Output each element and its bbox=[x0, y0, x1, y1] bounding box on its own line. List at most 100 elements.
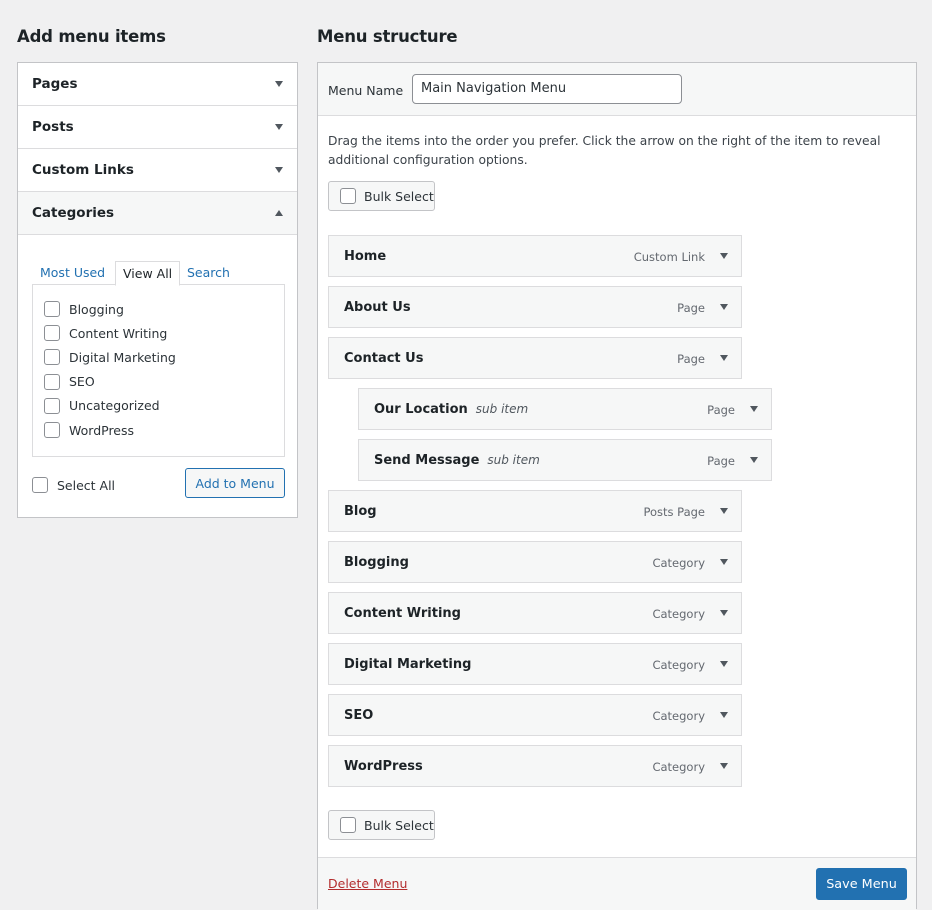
checkbox[interactable] bbox=[44, 349, 60, 366]
add-to-menu-button[interactable]: Add to Menu bbox=[185, 468, 285, 498]
triangle-down-icon[interactable] bbox=[720, 508, 728, 514]
menu-item[interactable]: Home Custom Link bbox=[328, 235, 742, 277]
checkbox[interactable] bbox=[44, 397, 60, 414]
accordion-posts[interactable]: Posts bbox=[18, 106, 297, 149]
menu-item-type: Page bbox=[707, 454, 735, 468]
menu-sub-item[interactable]: Our Location sub item Page bbox=[358, 388, 772, 430]
menu-item-title: Blogging bbox=[344, 554, 409, 570]
triangle-down-icon[interactable] bbox=[720, 661, 728, 667]
accordion-posts-label: Posts bbox=[32, 119, 74, 135]
menu-item-title: WordPress bbox=[344, 758, 423, 774]
accordion-pages[interactable]: Pages bbox=[18, 63, 297, 106]
triangle-down-icon[interactable] bbox=[720, 559, 728, 565]
tab-most-used[interactable]: Most Used bbox=[33, 261, 112, 286]
menu-item-type: Page bbox=[677, 352, 705, 366]
menu-sub-item[interactable]: Send Message sub item Page bbox=[358, 439, 772, 481]
menu-item-title: Our Location bbox=[374, 401, 468, 417]
select-all-label: Select All bbox=[57, 477, 116, 493]
accordion-categories-label: Categories bbox=[32, 205, 115, 221]
menu-footer: Delete Menu Save Menu bbox=[318, 857, 916, 910]
menu-name-input[interactable]: Main Navigation Menu bbox=[412, 74, 682, 104]
category-label: Content Writing bbox=[69, 325, 168, 341]
list-item[interactable]: SEO bbox=[44, 370, 284, 394]
tab-search[interactable]: Search bbox=[180, 261, 237, 286]
list-item[interactable]: Digital Marketing bbox=[44, 345, 284, 369]
bulk-select-label: Bulk Select bbox=[364, 188, 434, 204]
menu-item[interactable]: Contact Us Page bbox=[328, 337, 742, 379]
category-tabs: Most Used View All Search bbox=[32, 261, 284, 286]
menu-item[interactable]: Blogging Category bbox=[328, 541, 742, 583]
menu-item-title: Home bbox=[344, 248, 387, 264]
list-item[interactable]: Blogging bbox=[44, 297, 284, 321]
category-label: Uncategorized bbox=[69, 398, 160, 414]
save-menu-button[interactable]: Save Menu bbox=[816, 868, 907, 900]
triangle-down-icon[interactable] bbox=[720, 304, 728, 310]
category-label: Blogging bbox=[69, 301, 124, 317]
menu-item-type: Category bbox=[652, 760, 705, 774]
checkbox[interactable] bbox=[44, 373, 60, 390]
menu-item-type: Category bbox=[652, 607, 705, 621]
triangle-down-icon[interactable] bbox=[750, 457, 758, 463]
category-checklist: Blogging Content Writing Digital Marketi… bbox=[32, 284, 285, 457]
menu-item-type: Page bbox=[707, 403, 735, 417]
tab-view-all[interactable]: View All bbox=[115, 261, 181, 286]
checkbox[interactable] bbox=[340, 817, 356, 833]
menu-item[interactable]: Blog Posts Page bbox=[328, 490, 742, 532]
triangle-down-icon[interactable] bbox=[720, 253, 728, 259]
menu-item-type: Category bbox=[652, 709, 705, 723]
menu-structure-title: Menu structure bbox=[317, 27, 458, 46]
menu-header: Menu Name Main Navigation Menu bbox=[318, 63, 916, 116]
menu-item-type: Category bbox=[652, 556, 705, 570]
checkbox[interactable] bbox=[340, 188, 356, 204]
list-item[interactable]: Content Writing bbox=[44, 321, 284, 345]
bulk-select-button-bottom[interactable]: Bulk Select bbox=[328, 810, 435, 840]
menu-name-label: Menu Name bbox=[328, 83, 404, 98]
category-label: WordPress bbox=[69, 422, 135, 438]
menu-item-title: SEO bbox=[344, 707, 374, 723]
select-all-checkbox[interactable] bbox=[32, 477, 48, 493]
bulk-select-button[interactable]: Bulk Select bbox=[328, 181, 435, 211]
checkbox[interactable] bbox=[44, 301, 60, 318]
checkbox[interactable] bbox=[44, 422, 60, 439]
menu-item-title: Send Message bbox=[374, 452, 480, 468]
category-label: Digital Marketing bbox=[69, 349, 176, 365]
menu-item[interactable]: Digital Marketing Category bbox=[328, 643, 742, 685]
triangle-up-icon[interactable] bbox=[275, 210, 283, 216]
triangle-down-icon[interactable] bbox=[275, 124, 283, 130]
menu-item-type: Custom Link bbox=[633, 250, 705, 264]
menu-item[interactable]: About Us Page bbox=[328, 286, 742, 328]
triangle-down-icon[interactable] bbox=[275, 81, 283, 87]
menu-structure-panel: Menu Name Main Navigation Menu Drag the … bbox=[317, 62, 917, 910]
add-menu-items-accordion: Pages Posts Custom Links Categories Most… bbox=[17, 62, 298, 518]
checkbox[interactable] bbox=[44, 325, 60, 342]
list-item[interactable]: Uncategorized bbox=[44, 394, 284, 418]
triangle-down-icon[interactable] bbox=[720, 712, 728, 718]
accordion-pages-label: Pages bbox=[32, 76, 78, 92]
menu-item[interactable]: Content Writing Category bbox=[328, 592, 742, 634]
accordion-custom-links-label: Custom Links bbox=[32, 162, 134, 178]
sub-item-label: sub item bbox=[475, 402, 529, 416]
menu-item-title: Contact Us bbox=[344, 350, 424, 366]
menu-item[interactable]: SEO Category bbox=[328, 694, 742, 736]
list-item[interactable]: WordPress bbox=[44, 418, 284, 442]
accordion-categories[interactable]: Categories bbox=[18, 192, 297, 235]
delete-menu-link[interactable]: Delete Menu bbox=[328, 876, 407, 891]
bulk-select-label: Bulk Select bbox=[364, 817, 434, 833]
menu-item-title: About Us bbox=[344, 299, 411, 315]
triangle-down-icon[interactable] bbox=[720, 763, 728, 769]
menu-item-title: Blog bbox=[344, 503, 377, 519]
menu-item-type: Category bbox=[652, 658, 705, 672]
triangle-down-icon[interactable] bbox=[720, 355, 728, 361]
triangle-down-icon[interactable] bbox=[720, 610, 728, 616]
triangle-down-icon[interactable] bbox=[275, 167, 283, 173]
categories-panel: Most Used View All Search Blogging Conte… bbox=[18, 235, 297, 517]
accordion-custom-links[interactable]: Custom Links bbox=[18, 149, 297, 192]
menu-item-type: Page bbox=[677, 301, 705, 315]
menu-item[interactable]: WordPress Category bbox=[328, 745, 742, 787]
instructions-text: Drag the items into the order you prefer… bbox=[328, 134, 881, 167]
menu-item-type: Posts Page bbox=[643, 505, 705, 519]
select-all-control[interactable]: Select All bbox=[32, 477, 115, 493]
sub-item-label: sub item bbox=[487, 453, 540, 467]
menu-item-title: Content Writing bbox=[344, 605, 461, 621]
triangle-down-icon[interactable] bbox=[750, 406, 758, 412]
